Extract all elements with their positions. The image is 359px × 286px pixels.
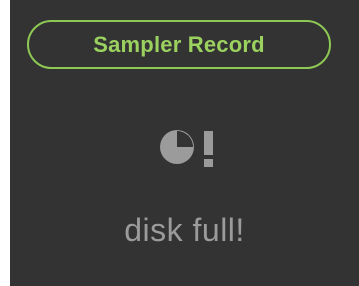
exclamation-icon	[204, 131, 213, 167]
page-title: Sampler Record	[93, 31, 265, 57]
sampler-record-screen: Sampler Record disk full!	[0, 0, 359, 286]
disk-full-icon	[158, 127, 218, 171]
disk-pie-icon	[160, 130, 194, 164]
title-pill: Sampler Record	[27, 20, 331, 69]
disk-full-icon-graphic	[160, 130, 213, 167]
status-message: disk full!	[124, 212, 245, 248]
